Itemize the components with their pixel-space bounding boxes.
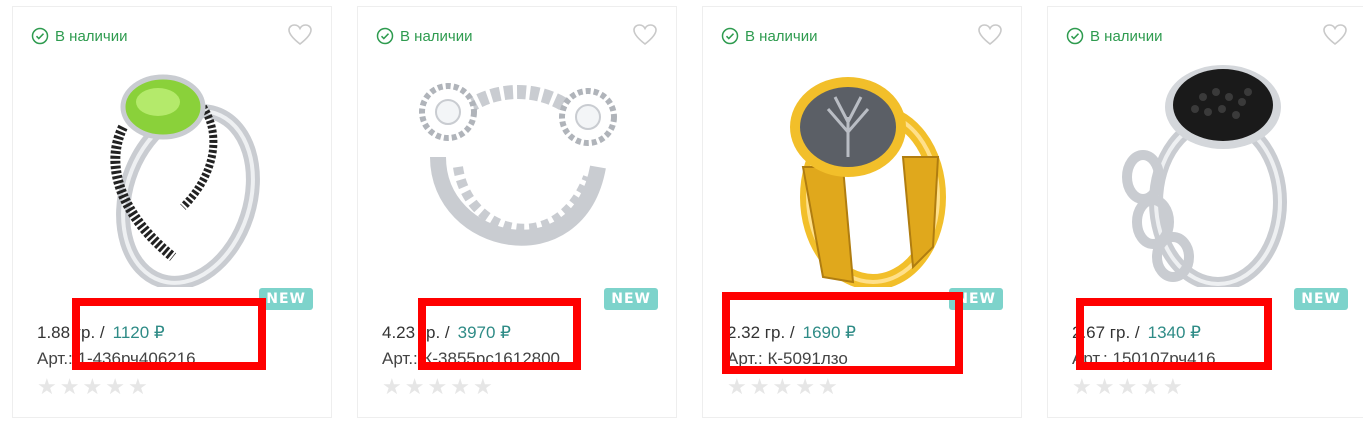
star-icon[interactable]: ★ — [405, 377, 425, 399]
highlight-box-4 — [1076, 298, 1272, 370]
star-icon[interactable]: ★ — [105, 377, 125, 399]
star-icon[interactable]: ★ — [1117, 377, 1137, 399]
star-icon[interactable]: ★ — [427, 377, 447, 399]
star-icon[interactable]: ★ — [795, 377, 815, 399]
check-circle-icon — [376, 27, 394, 45]
new-badge: NEW — [259, 288, 313, 310]
rating-stars[interactable]: ★ ★ ★ ★ ★ — [1072, 377, 1183, 399]
product-image[interactable] — [398, 37, 638, 297]
star-icon[interactable]: ★ — [1095, 377, 1115, 399]
product-image[interactable] — [1088, 37, 1328, 297]
ring-image — [419, 83, 617, 246]
highlight-box-2 — [418, 298, 581, 370]
star-icon[interactable]: ★ — [727, 377, 747, 399]
ring-image — [110, 74, 260, 287]
star-icon[interactable]: ★ — [1140, 377, 1160, 399]
star-icon[interactable]: ★ — [750, 377, 770, 399]
rating-stars[interactable]: ★ ★ ★ ★ ★ — [382, 377, 493, 399]
star-icon[interactable]: ★ — [473, 377, 493, 399]
star-icon[interactable]: ★ — [128, 377, 148, 399]
star-icon[interactable]: ★ — [772, 377, 792, 399]
star-icon[interactable]: ★ — [60, 377, 80, 399]
product-image[interactable] — [53, 37, 293, 297]
rating-stars[interactable]: ★ ★ ★ ★ ★ — [727, 377, 838, 399]
rating-stars[interactable]: ★ ★ ★ ★ ★ — [37, 377, 148, 399]
star-icon[interactable]: ★ — [82, 377, 102, 399]
highlight-box-3 — [722, 292, 963, 374]
star-icon[interactable]: ★ — [450, 377, 470, 399]
star-icon[interactable]: ★ — [1163, 377, 1183, 399]
highlight-box-1 — [72, 298, 266, 370]
check-circle-icon — [31, 27, 49, 45]
star-icon[interactable]: ★ — [1072, 377, 1092, 399]
star-icon[interactable]: ★ — [382, 377, 402, 399]
ring-image — [790, 77, 946, 287]
check-circle-icon — [721, 27, 739, 45]
star-icon[interactable]: ★ — [37, 377, 57, 399]
star-icon[interactable]: ★ — [818, 377, 838, 399]
ring-image — [1122, 65, 1287, 287]
new-badge: NEW — [1294, 288, 1348, 310]
check-circle-icon — [1066, 27, 1084, 45]
new-badge: NEW — [604, 288, 658, 310]
product-image[interactable] — [743, 37, 983, 297]
